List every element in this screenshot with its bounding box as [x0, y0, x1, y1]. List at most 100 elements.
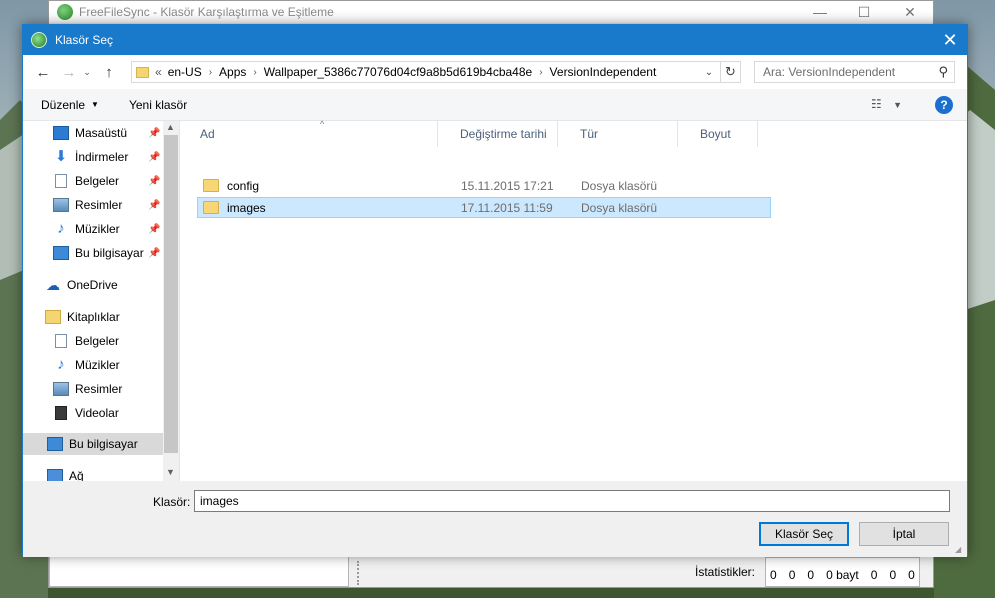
- sidebar-item-label: Ağ: [69, 469, 84, 481]
- file-list: ^ Ad Değiştirme tarihi Tür Boyut config …: [180, 119, 967, 481]
- refresh-icon[interactable]: ↻: [720, 62, 740, 82]
- scrollbar-thumb[interactable]: [164, 135, 178, 453]
- sidebar-item-downloads[interactable]: ⬇ İndirmeler 📌: [53, 146, 161, 168]
- sidebar-item-lib-videos[interactable]: Videolar: [53, 402, 119, 424]
- column-header-label: Boyut: [700, 127, 731, 141]
- sidebar-item-lib-documents[interactable]: Belgeler: [53, 330, 119, 352]
- pin-icon[interactable]: 📌: [148, 128, 160, 139]
- video-icon: [55, 406, 67, 420]
- maximize-button[interactable]: ☐: [841, 1, 887, 23]
- breadcrumb-overflow[interactable]: «: [155, 65, 162, 79]
- column-header-type[interactable]: Tür: [558, 121, 678, 147]
- folder-icon: [136, 66, 149, 78]
- sidebar-item-onedrive[interactable]: ☁ OneDrive: [45, 274, 118, 296]
- search-icon[interactable]: ⚲: [938, 64, 948, 80]
- search-input[interactable]: Ara: VersionIndependent ⚲: [754, 61, 955, 83]
- address-dropdown-icon[interactable]: ⌄: [700, 62, 718, 82]
- up-arrow-icon[interactable]: ↑: [97, 64, 121, 81]
- stat-value: 0 bayt: [826, 568, 859, 582]
- pin-icon[interactable]: 📌: [148, 200, 160, 211]
- sidebar-item-label: Resimler: [75, 382, 123, 396]
- address-bar[interactable]: « en-US › Apps › Wallpaper_5386c77076d04…: [131, 61, 741, 83]
- forward-arrow-icon[interactable]: →: [57, 64, 81, 81]
- sidebar-item-documents[interactable]: Belgeler 📌: [53, 170, 160, 192]
- panel-grip[interactable]: [357, 561, 363, 585]
- column-header-modified[interactable]: Değiştirme tarihi: [438, 121, 558, 147]
- sidebar-item-network[interactable]: Ağ: [47, 465, 84, 481]
- sidebar-item-this-pc-quick[interactable]: Bu bilgisayar 📌: [53, 242, 160, 264]
- back-arrow-icon[interactable]: ←: [31, 64, 55, 81]
- pin-icon[interactable]: 📌: [148, 176, 160, 187]
- sort-ascending-icon: ^: [320, 119, 325, 129]
- sidebar-item-desktop[interactable]: Masaüstü 📌: [53, 122, 160, 144]
- statistics-values: 0 0 0 0 bayt 0 0 0: [765, 557, 920, 587]
- stat-value: 0: [807, 568, 815, 582]
- sidebar-item-label: Müzikler: [75, 358, 120, 372]
- select-folder-button[interactable]: Klasör Seç: [759, 522, 849, 546]
- minimize-button[interactable]: —: [797, 1, 843, 23]
- sidebar-item-lib-music[interactable]: ♪ Müzikler: [53, 354, 120, 376]
- stat-value: 0: [908, 568, 915, 582]
- sidebar-item-music[interactable]: ♪ Müzikler 📌: [53, 218, 160, 240]
- breadcrumb-item[interactable]: VersionIndependent: [550, 65, 657, 79]
- folder-input[interactable]: images: [194, 490, 950, 512]
- sidebar-item-pictures[interactable]: Resimler 📌: [53, 194, 160, 216]
- dialog-close-button[interactable]: ✕: [933, 25, 967, 55]
- folder-icon: [203, 179, 219, 192]
- sidebar-item-libraries[interactable]: Kitaplıklar: [45, 306, 120, 328]
- folder-input-value: images: [200, 494, 239, 508]
- sidebar-item-label: Masaüstü: [75, 126, 128, 140]
- pin-icon[interactable]: 📌: [148, 224, 160, 235]
- dialog-titlebar: Klasör Seç: [23, 25, 967, 55]
- help-icon[interactable]: ?: [935, 96, 953, 114]
- pictures-icon: [53, 198, 69, 212]
- breadcrumb-item[interactable]: en-US: [168, 65, 202, 79]
- command-bar: Düzenle ▼ Yeni klasör ☷ ▼ ?: [23, 89, 967, 121]
- scroll-down-icon[interactable]: ▼: [166, 467, 175, 477]
- sidebar-item-lib-pictures[interactable]: Resimler: [53, 378, 122, 400]
- library-icon: [45, 310, 61, 324]
- network-icon: [47, 469, 63, 481]
- main-close-button[interactable]: ✕: [887, 1, 933, 23]
- desktop-icon: [53, 126, 69, 140]
- computer-icon: [53, 246, 69, 260]
- column-header-name[interactable]: ^ Ad: [180, 119, 438, 147]
- scroll-up-icon[interactable]: ▲: [166, 122, 175, 132]
- resize-grip-icon[interactable]: ◢: [955, 545, 965, 555]
- stat-value: 0: [788, 568, 796, 582]
- file-type: Dosya klasörü: [581, 178, 658, 193]
- freefilesync-logo-icon: [31, 32, 47, 48]
- sidebar-item-this-pc[interactable]: Bu bilgisayar: [23, 433, 163, 455]
- column-header-size[interactable]: Boyut: [678, 121, 758, 147]
- breadcrumb-item[interactable]: Apps: [219, 65, 246, 79]
- organize-menu-button[interactable]: Düzenle ▼: [31, 98, 109, 112]
- sidebar-item-label: Bu bilgisayar: [69, 437, 138, 451]
- sidebar-item-label: İndirmeler: [75, 150, 129, 164]
- pin-icon[interactable]: 📌: [148, 152, 160, 163]
- file-modified: 17.11.2015 11:59: [461, 200, 553, 215]
- cancel-button[interactable]: İptal: [859, 522, 949, 546]
- chevron-right-icon[interactable]: ›: [539, 67, 542, 78]
- change-view-icon[interactable]: ☷ ▼: [871, 97, 902, 111]
- new-folder-button[interactable]: Yeni klasör: [119, 98, 197, 112]
- file-name: images: [227, 200, 266, 215]
- freefilesync-logo-icon: [57, 4, 73, 20]
- recent-locations-chevron-icon[interactable]: ⌄: [81, 67, 93, 78]
- stat-value: 0: [770, 568, 777, 582]
- chevron-right-icon[interactable]: ›: [253, 67, 256, 78]
- navigation-scrollbar[interactable]: ▲ ▼: [163, 121, 179, 481]
- pin-icon[interactable]: 📌: [148, 248, 160, 259]
- file-row-images[interactable]: images 17.11.2015 11:59 Dosya klasörü: [197, 197, 771, 218]
- breadcrumb-item[interactable]: Wallpaper_5386c77076d04cf9a8b5d619b4cba4…: [264, 65, 532, 79]
- computer-icon: [47, 437, 63, 451]
- chevron-right-icon[interactable]: ›: [209, 67, 212, 78]
- folder-field-label: Klasör:: [153, 495, 191, 509]
- sidebar-item-label: Videolar: [75, 406, 119, 420]
- sidebar-item-label: OneDrive: [67, 278, 118, 292]
- stat-value: 0: [870, 568, 878, 582]
- file-name: config: [227, 178, 260, 193]
- file-row-config[interactable]: config 15.11.2015 17:21 Dosya klasörü: [198, 175, 772, 196]
- pictures-icon: [53, 382, 69, 396]
- documents-icon: [55, 174, 67, 188]
- address-row: ← → ⌄ ↑ « en-US › Apps › Wallpaper_5386c…: [23, 55, 967, 89]
